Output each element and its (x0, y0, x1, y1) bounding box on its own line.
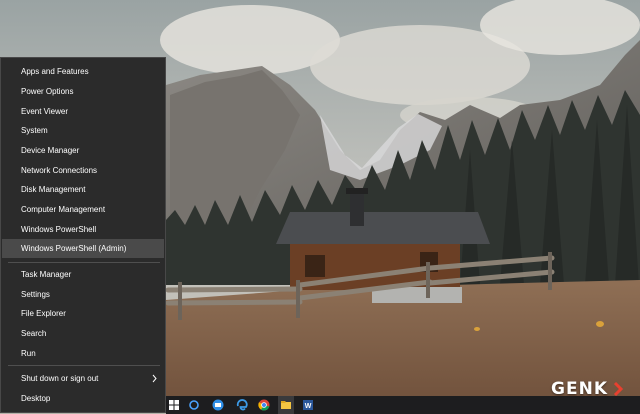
menu-separator (8, 365, 160, 366)
genk-logo-mark-icon (613, 381, 624, 397)
edge-icon[interactable] (236, 399, 248, 411)
menu-item-windows-powershell[interactable]: Windows PowerShell (2, 220, 164, 239)
menu-item-settings[interactable]: Settings (2, 285, 164, 304)
menu-item-search[interactable]: Search (2, 324, 164, 343)
menu-item-event-viewer[interactable]: Event Viewer (2, 102, 164, 121)
menu-item-power-options[interactable]: Power Options (2, 82, 164, 101)
menu-item-run[interactable]: Run (2, 344, 164, 363)
word-icon[interactable]: W (302, 399, 314, 411)
menu-item-file-explorer[interactable]: File Explorer (2, 304, 164, 323)
menu-item-computer-management[interactable]: Computer Management (2, 200, 164, 219)
menu-separator (8, 262, 160, 263)
menu-item-device-manager[interactable]: Device Manager (2, 141, 164, 160)
windows-start-icon[interactable] (168, 399, 180, 411)
menu-item-task-manager[interactable]: Task Manager (2, 265, 164, 284)
menu-item-apps-and-features[interactable]: Apps and Features (2, 62, 164, 81)
menu-item-network-connections[interactable]: Network Connections (2, 161, 164, 180)
task-view-icon[interactable] (212, 399, 224, 411)
winx-context-menu: Apps and Features Power Options Event Vi… (0, 57, 166, 413)
cortana-icon[interactable] (188, 399, 200, 411)
genk-watermark: GENK (551, 378, 628, 400)
menu-item-system[interactable]: System (2, 121, 164, 140)
watermark-text: GENK (551, 379, 608, 399)
menu-item-disk-management[interactable]: Disk Management (2, 180, 164, 199)
menu-item-desktop[interactable]: Desktop (2, 389, 164, 408)
svg-text:W: W (305, 403, 312, 410)
menu-item-label: Shut down or sign out (21, 374, 99, 383)
chrome-icon[interactable] (258, 399, 270, 411)
menu-item-windows-powershell-admin[interactable]: Windows PowerShell (Admin) (2, 239, 164, 258)
menu-item-shut-down-or-sign-out[interactable]: Shut down or sign out (2, 369, 164, 388)
chevron-right-icon (152, 374, 157, 383)
file-explorer-icon[interactable] (280, 399, 292, 411)
